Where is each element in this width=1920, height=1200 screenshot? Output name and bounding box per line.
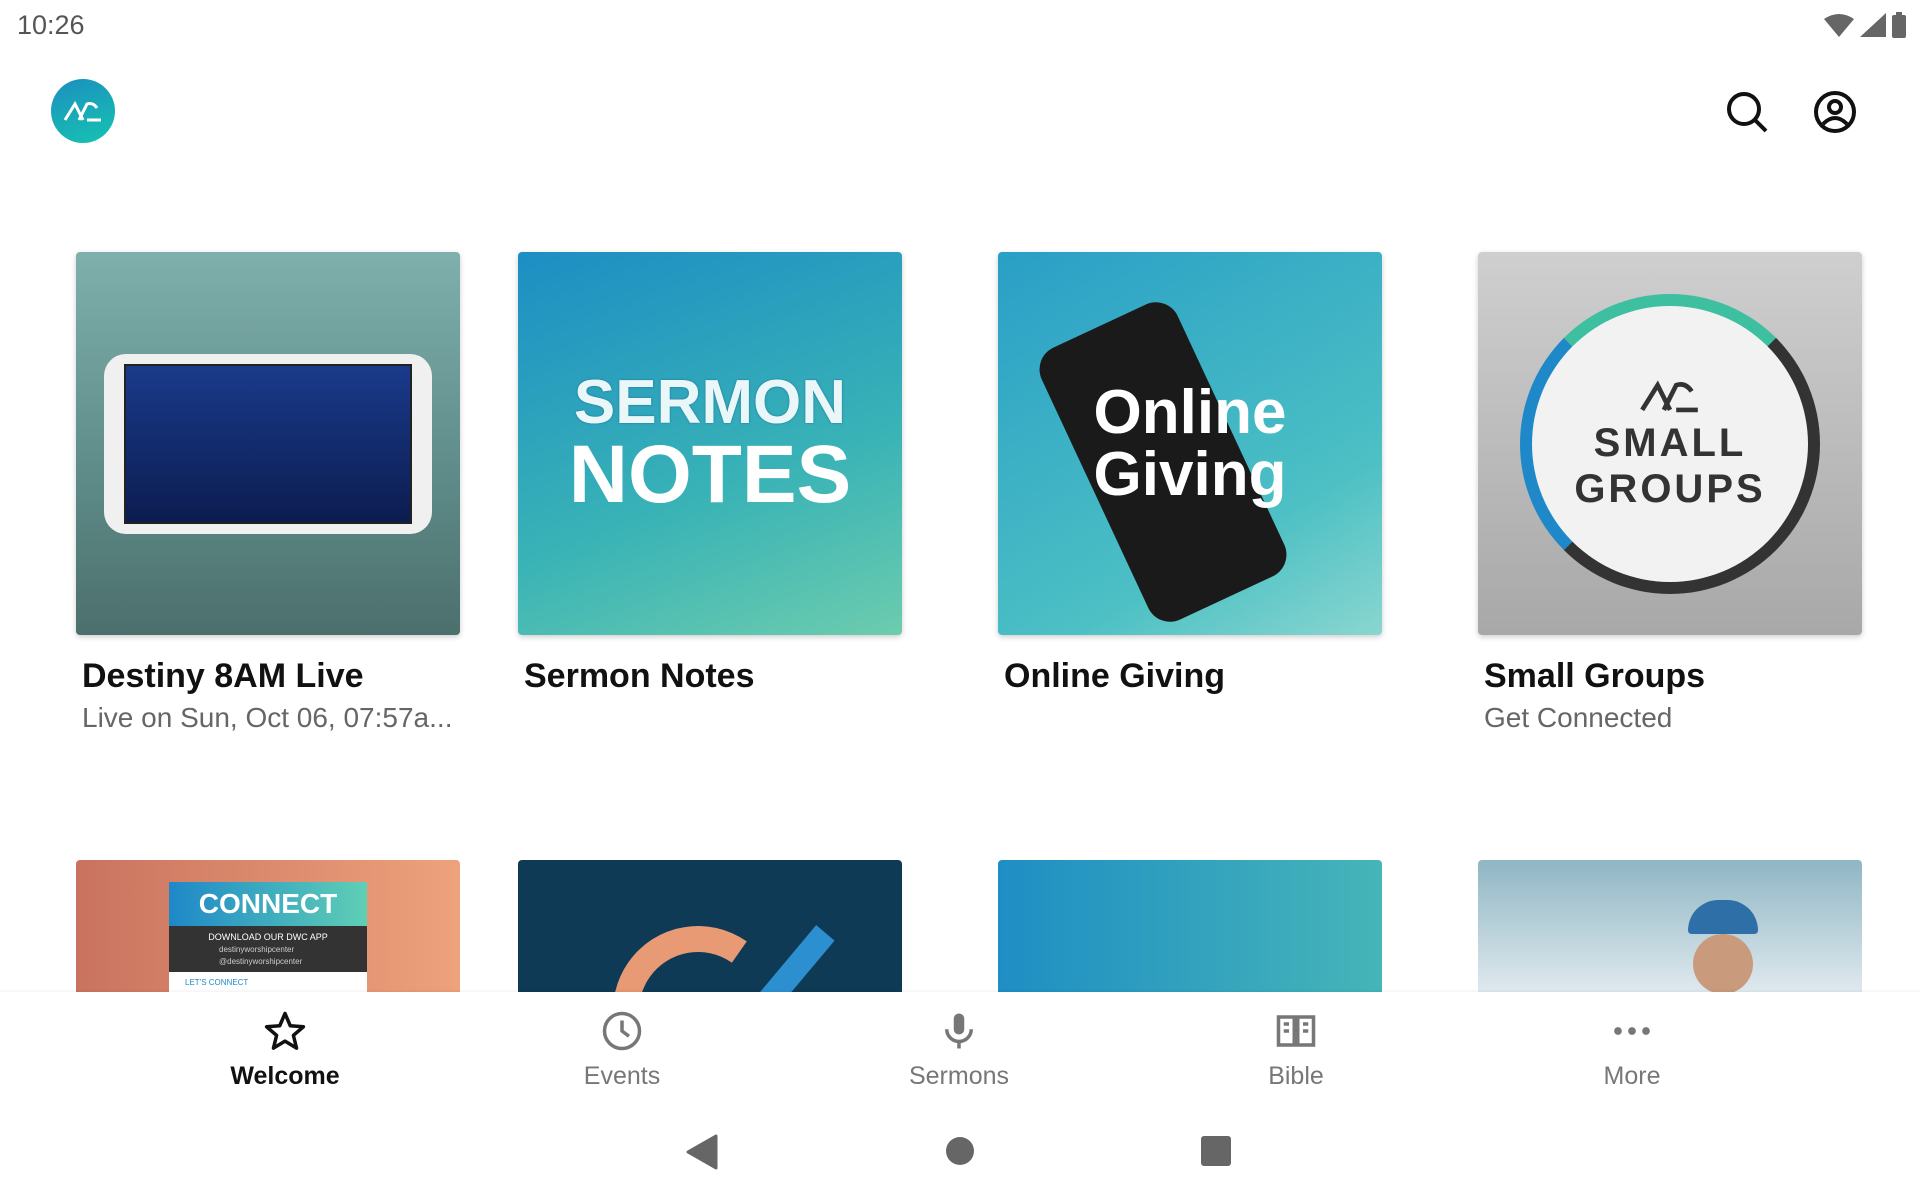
card-small-groups[interactable]: SMALL GROUPS Small Groups Get Connected bbox=[1478, 252, 1862, 734]
tablet-image bbox=[104, 353, 432, 534]
card-image: Online Giving bbox=[998, 252, 1382, 635]
home-icon[interactable] bbox=[945, 1136, 975, 1166]
app-logo[interactable] bbox=[51, 79, 115, 143]
image-text: Giving bbox=[1093, 439, 1287, 509]
card-teal[interactable] bbox=[998, 860, 1382, 992]
tab-bible[interactable]: Bible bbox=[1166, 1010, 1426, 1091]
tab-sermons[interactable]: Sermons bbox=[829, 1010, 1089, 1091]
church-logo-icon bbox=[1640, 379, 1698, 412]
image-text: DOWNLOAD OUR DWC APP bbox=[208, 932, 328, 942]
image-text: SMALL bbox=[1593, 420, 1747, 465]
tab-label: More bbox=[1603, 1062, 1661, 1090]
tab-more[interactable]: More bbox=[1502, 1010, 1762, 1091]
card-subtitle: Get Connected bbox=[1484, 702, 1673, 733]
search-icon[interactable] bbox=[1725, 90, 1769, 134]
image-text: CONNECT bbox=[169, 882, 367, 926]
image-text: destinyworshipcenter bbox=[219, 945, 295, 954]
star-icon bbox=[264, 1011, 306, 1050]
image-text: NOTES bbox=[568, 428, 852, 520]
back-icon[interactable] bbox=[686, 1134, 718, 1170]
card-online-giving[interactable]: Online Giving Online Giving bbox=[998, 252, 1382, 696]
image-text: LET'S CONNECT bbox=[169, 972, 367, 992]
image-text: @destinyworshipcenter bbox=[219, 957, 303, 966]
signal-icon bbox=[1860, 13, 1886, 37]
tab-label: Sermons bbox=[908, 1062, 1010, 1090]
tab-label: Bible bbox=[1268, 1062, 1324, 1090]
card-image: SERMON NOTES bbox=[518, 252, 902, 635]
tab-welcome[interactable]: Welcome bbox=[155, 1010, 415, 1091]
microphone-icon bbox=[945, 1013, 973, 1049]
card-destiny-live[interactable]: Destiny 8AM Live Live on Sun, Oct 06, 07… bbox=[76, 252, 460, 734]
card-logo[interactable] bbox=[518, 860, 902, 992]
card-title: Small Groups bbox=[1484, 657, 1706, 695]
account-icon[interactable] bbox=[1813, 90, 1857, 134]
card-title: Online Giving bbox=[1004, 657, 1226, 695]
card-sermon-notes[interactable]: SERMON NOTES Sermon Notes bbox=[518, 252, 902, 696]
image-text: SERMON bbox=[573, 367, 847, 437]
tab-events[interactable]: Events bbox=[492, 1010, 752, 1091]
tab-label: Welcome bbox=[230, 1062, 340, 1090]
clock-icon bbox=[602, 1011, 642, 1051]
card-people[interactable] bbox=[1478, 860, 1862, 992]
card-image: SMALL GROUPS bbox=[1478, 252, 1862, 635]
card-title: Destiny 8AM Live bbox=[82, 657, 364, 695]
bottom-nav: Welcome Events Sermons Bible More bbox=[0, 992, 1920, 1200]
card-subtitle: Live on Sun, Oct 06, 07:57a... bbox=[82, 702, 453, 733]
battery-icon bbox=[1892, 12, 1906, 38]
more-icon bbox=[1614, 1027, 1650, 1035]
recents-icon[interactable] bbox=[1201, 1136, 1231, 1166]
status-time: 10:26 bbox=[17, 10, 85, 40]
image-text: GROUPS bbox=[1574, 466, 1766, 511]
image-text: Online bbox=[1093, 377, 1287, 447]
wifi-icon bbox=[1824, 14, 1854, 37]
card-image bbox=[76, 252, 460, 635]
card-connect[interactable]: CONNECT DOWNLOAD OUR DWC APP destinywors… bbox=[76, 860, 460, 992]
book-icon bbox=[1276, 1015, 1316, 1047]
card-title: Sermon Notes bbox=[524, 657, 755, 695]
status-icons bbox=[1824, 12, 1906, 38]
tab-label: Events bbox=[583, 1062, 661, 1090]
